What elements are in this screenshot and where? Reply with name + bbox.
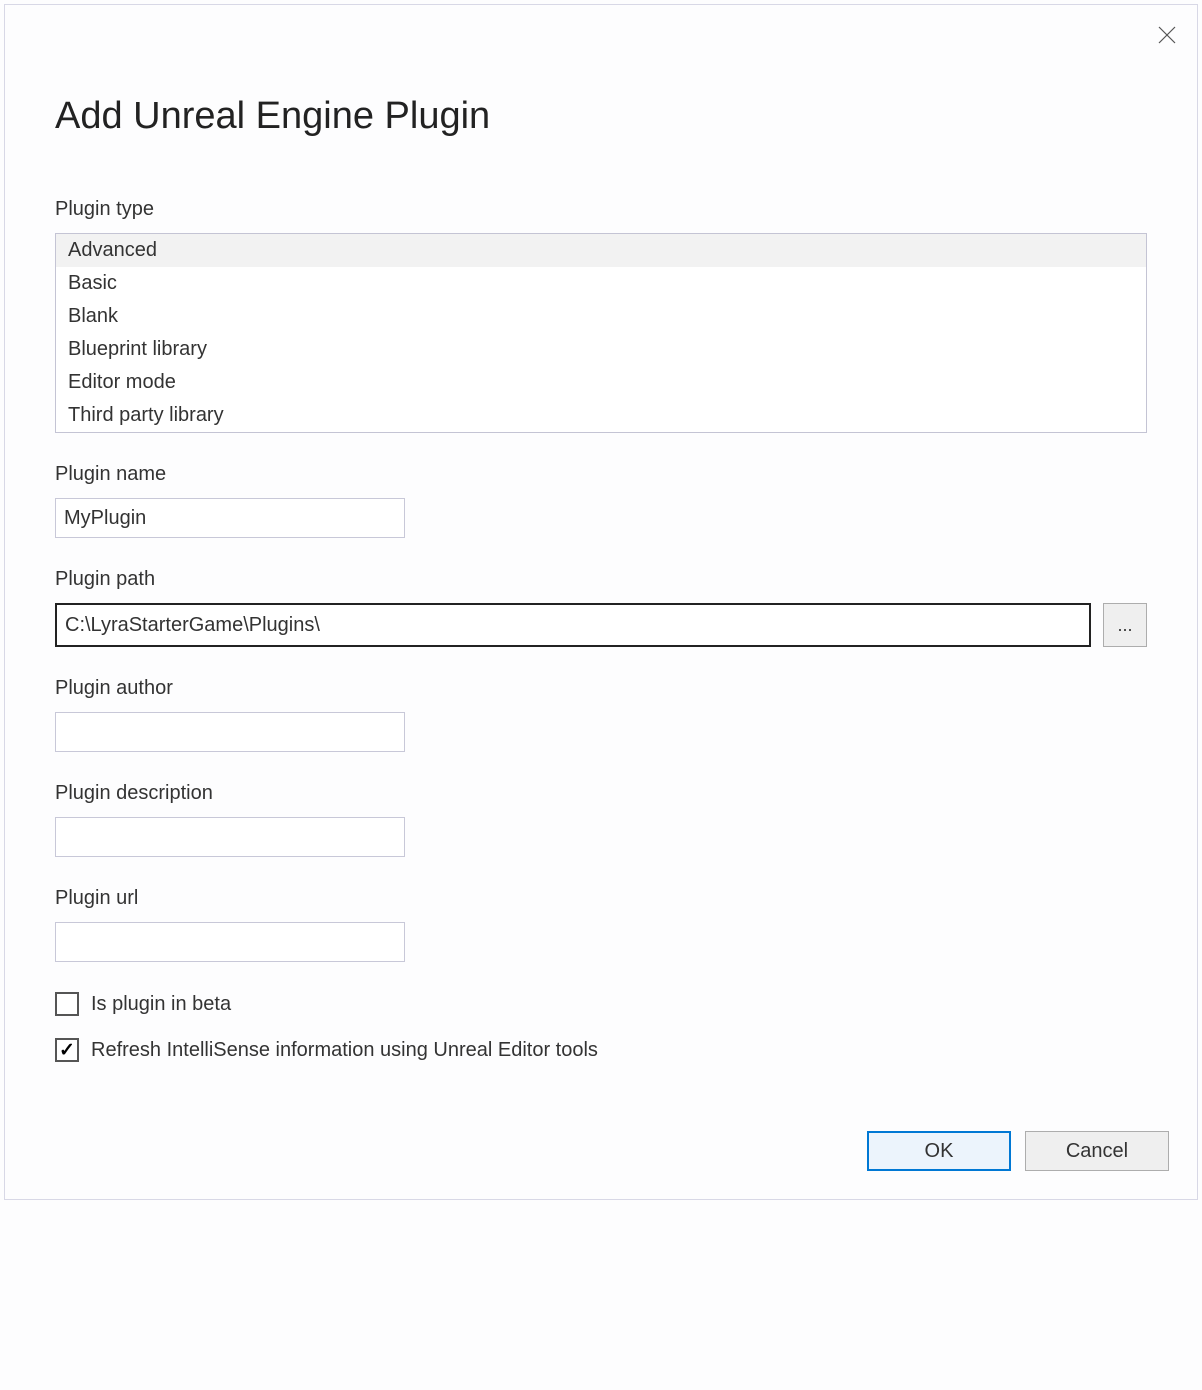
plugin-path-input[interactable] [55,603,1091,647]
refresh-intellisense-label: Refresh IntelliSense information using U… [91,1039,598,1062]
plugin-author-input[interactable] [55,712,405,752]
close-button[interactable] [1155,23,1179,47]
close-icon [1158,26,1176,44]
dialog-button-row: OK Cancel [867,1131,1169,1171]
refresh-intellisense-row: Refresh IntelliSense information using U… [55,1038,1147,1062]
plugin-url-input[interactable] [55,922,405,962]
plugin-description-label: Plugin description [55,782,1147,805]
cancel-button[interactable]: Cancel [1025,1131,1169,1171]
dialog-title: Add Unreal Engine Plugin [55,95,1147,138]
plugin-author-label: Plugin author [55,677,1147,700]
is-beta-row: Is plugin in beta [55,992,1147,1016]
plugin-type-label: Plugin type [55,198,1147,221]
plugin-path-group: Plugin path ... [55,568,1147,647]
plugin-url-label: Plugin url [55,887,1147,910]
plugin-type-option-basic[interactable]: Basic [56,267,1146,300]
plugin-type-option-blueprint-library[interactable]: Blueprint library [56,333,1146,366]
add-plugin-dialog: Add Unreal Engine Plugin Plugin type Adv… [4,4,1198,1200]
plugin-type-option-blank[interactable]: Blank [56,300,1146,333]
refresh-intellisense-checkbox[interactable] [55,1038,79,1062]
plugin-type-option-editor-mode[interactable]: Editor mode [56,366,1146,399]
plugin-name-group: Plugin name [55,463,1147,538]
is-beta-checkbox[interactable] [55,992,79,1016]
plugin-type-option-third-party-library[interactable]: Third party library [56,399,1146,432]
browse-button[interactable]: ... [1103,603,1147,647]
is-beta-label: Is plugin in beta [91,993,231,1016]
ok-button[interactable]: OK [867,1131,1011,1171]
plugin-type-option-advanced[interactable]: Advanced [56,234,1146,267]
plugin-description-group: Plugin description [55,782,1147,857]
plugin-url-group: Plugin url [55,887,1147,962]
plugin-description-input[interactable] [55,817,405,857]
plugin-type-listbox[interactable]: Advanced Basic Blank Blueprint library E… [55,233,1147,433]
plugin-name-input[interactable] [55,498,405,538]
plugin-path-label: Plugin path [55,568,1147,591]
plugin-name-label: Plugin name [55,463,1147,486]
plugin-type-group: Plugin type Advanced Basic Blank Bluepri… [55,198,1147,433]
plugin-author-group: Plugin author [55,677,1147,752]
